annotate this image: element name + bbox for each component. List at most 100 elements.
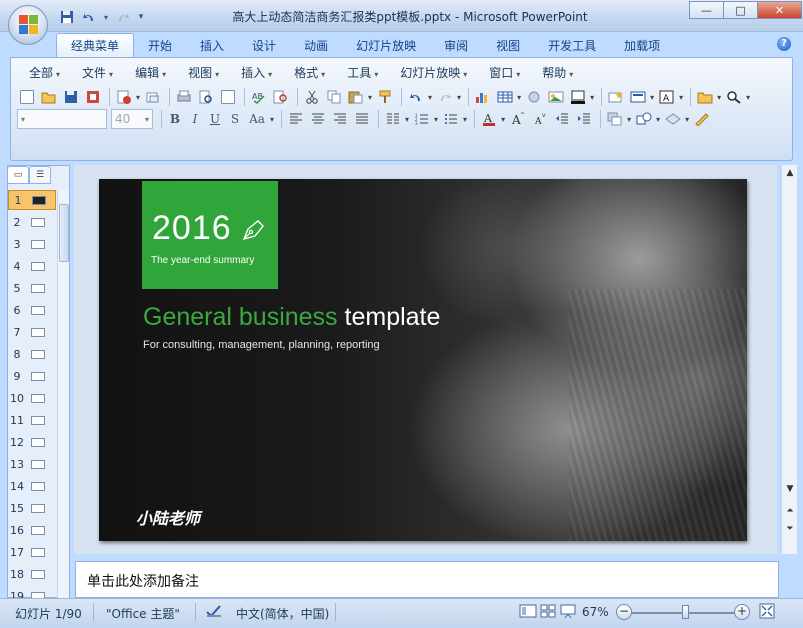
slideshow-view-icon[interactable] [559, 603, 577, 622]
menu-file[interactable]: 文件 [68, 64, 121, 82]
help-icon[interactable]: ? [777, 37, 791, 51]
shadow-button[interactable]: S [226, 110, 244, 128]
chart-icon[interactable] [473, 87, 493, 107]
slide-thumbnail[interactable]: 9 [8, 366, 56, 386]
folder-icon[interactable] [695, 87, 715, 107]
scroll-down-icon[interactable]: ▼ [783, 483, 797, 495]
font-size-combo[interactable]: 40 [111, 109, 153, 129]
shapes-dropdown[interactable]: ▾ [656, 115, 660, 124]
research-icon[interactable] [271, 87, 291, 107]
menu-help[interactable]: 帮助 [528, 64, 581, 82]
spelling-check-icon[interactable] [205, 603, 223, 622]
slide-headline[interactable]: General business template [143, 303, 440, 332]
normal-view-icon[interactable] [519, 603, 537, 622]
slide-thumbnail[interactable]: 16 [8, 520, 56, 540]
menu-insert[interactable]: 插入 [227, 64, 280, 82]
slide-thumbnail[interactable]: 15 [8, 498, 56, 518]
slide-thumbnail[interactable]: 4 [8, 256, 56, 276]
tab-developer[interactable]: 开发工具 [534, 35, 610, 57]
columns-dropdown[interactable]: ▾ [405, 115, 409, 124]
shape-fill-icon[interactable] [568, 87, 588, 107]
undo-icon[interactable] [80, 8, 98, 26]
zoom-dropdown[interactable]: ▾ [746, 93, 750, 102]
layout-icon[interactable] [628, 87, 648, 107]
slide-thumbnail[interactable]: 6 [8, 300, 56, 320]
redo-dropdown[interactable]: ▾ [457, 93, 461, 102]
slide-thumbnail[interactable]: 13 [8, 454, 56, 474]
bullets-dropdown[interactable]: ▾ [463, 115, 467, 124]
decrease-indent-icon[interactable] [552, 109, 572, 129]
shape-effects-icon[interactable] [663, 109, 683, 129]
slide-thumbnail[interactable]: 17 [8, 542, 56, 562]
bold-button[interactable]: B [166, 110, 184, 128]
italic-button[interactable]: I [186, 110, 204, 128]
tab-design[interactable]: 设计 [238, 35, 290, 57]
shape-outline-icon[interactable] [692, 109, 712, 129]
slide-thumbnail[interactable]: 3 [8, 234, 56, 254]
underline-button[interactable]: U [206, 110, 224, 128]
maximize-button[interactable]: □ [723, 1, 758, 19]
export-dropdown[interactable]: ▾ [136, 93, 140, 102]
page-setup-icon[interactable] [218, 87, 238, 107]
font-color-icon[interactable]: A [479, 109, 499, 129]
language-indicator[interactable]: 中文(简体，中国) [236, 605, 329, 622]
slide-thumbnail[interactable]: 18 [8, 564, 56, 584]
permission-icon[interactable] [83, 87, 103, 107]
slide-thumbnail[interactable]: 5 [8, 278, 56, 298]
clip-art-icon[interactable] [524, 87, 544, 107]
save-icon[interactable] [61, 87, 81, 107]
slide-thumbnail[interactable]: 8 [8, 344, 56, 364]
thumbnail-scroll-thumb[interactable] [59, 204, 69, 262]
table-icon[interactable] [495, 87, 515, 107]
undo-icon[interactable] [406, 87, 426, 107]
menu-tools[interactable]: 工具 [333, 64, 386, 82]
menu-all[interactable]: 全部 [21, 64, 68, 82]
tab-animation[interactable]: 动画 [290, 35, 342, 57]
paste-dropdown[interactable]: ▾ [368, 93, 372, 102]
next-slide-icon[interactable]: ⏷ [783, 523, 797, 535]
outline-tab-icon[interactable]: ☰ [29, 166, 51, 184]
menu-format[interactable]: 格式 [280, 64, 333, 82]
tab-view[interactable]: 视图 [482, 35, 534, 57]
layout-dropdown[interactable]: ▾ [650, 93, 654, 102]
zoom-search-icon[interactable] [724, 87, 744, 107]
slide-sorter-view-icon[interactable] [539, 603, 557, 622]
copy-icon[interactable] [324, 87, 344, 107]
slide-canvas[interactable]: 2016 The year-end summary General busine… [99, 179, 747, 541]
tab-slideshow[interactable]: 幻灯片放映 [342, 35, 430, 57]
export-pdf-icon[interactable] [114, 87, 134, 107]
print-preview-magnifier-icon[interactable] [196, 87, 216, 107]
redo-icon[interactable] [114, 8, 132, 26]
tab-addins[interactable]: 加载项 [610, 35, 674, 57]
slide-thumbnail[interactable]: 2 [8, 212, 56, 232]
arrange-dropdown[interactable]: ▾ [627, 115, 631, 124]
tab-home[interactable]: 开始 [134, 35, 186, 57]
new-icon[interactable] [17, 87, 37, 107]
font-name-combo[interactable] [17, 109, 107, 129]
save-icon[interactable] [58, 8, 76, 26]
previous-slide-icon[interactable]: ⏶ [783, 505, 797, 517]
slide-thumbnail[interactable]: 10 [8, 388, 56, 408]
undo-dropdown[interactable]: ▾ [102, 8, 110, 26]
shrink-font-icon[interactable]: Av [530, 109, 550, 129]
fill-dropdown[interactable]: ▾ [590, 93, 594, 102]
table-dropdown[interactable]: ▾ [517, 93, 521, 102]
spelling-icon[interactable]: AB [249, 87, 269, 107]
slides-tab-icon[interactable]: ▭ [7, 166, 29, 184]
numbering-icon[interactable]: 123 [412, 109, 432, 129]
zoom-out-button[interactable]: − [616, 604, 632, 620]
cut-icon[interactable] [302, 87, 322, 107]
picture-icon[interactable] [546, 87, 566, 107]
tab-insert[interactable]: 插入 [186, 35, 238, 57]
slide-tagline[interactable]: For consulting, management, planning, re… [143, 339, 380, 351]
tab-review[interactable]: 审阅 [430, 35, 482, 57]
scroll-up-icon[interactable]: ▲ [783, 167, 797, 179]
slide-thumbnail[interactable]: 7 [8, 322, 56, 342]
theme-name[interactable]: "Office 主题" [106, 605, 180, 622]
shapes-icon[interactable] [634, 109, 654, 129]
slide-thumbnail[interactable]: 12 [8, 432, 56, 452]
folder-dropdown[interactable]: ▾ [717, 93, 721, 102]
align-center-icon[interactable] [308, 109, 328, 129]
numbering-dropdown[interactable]: ▾ [434, 115, 438, 124]
menu-edit[interactable]: 编辑 [121, 64, 174, 82]
